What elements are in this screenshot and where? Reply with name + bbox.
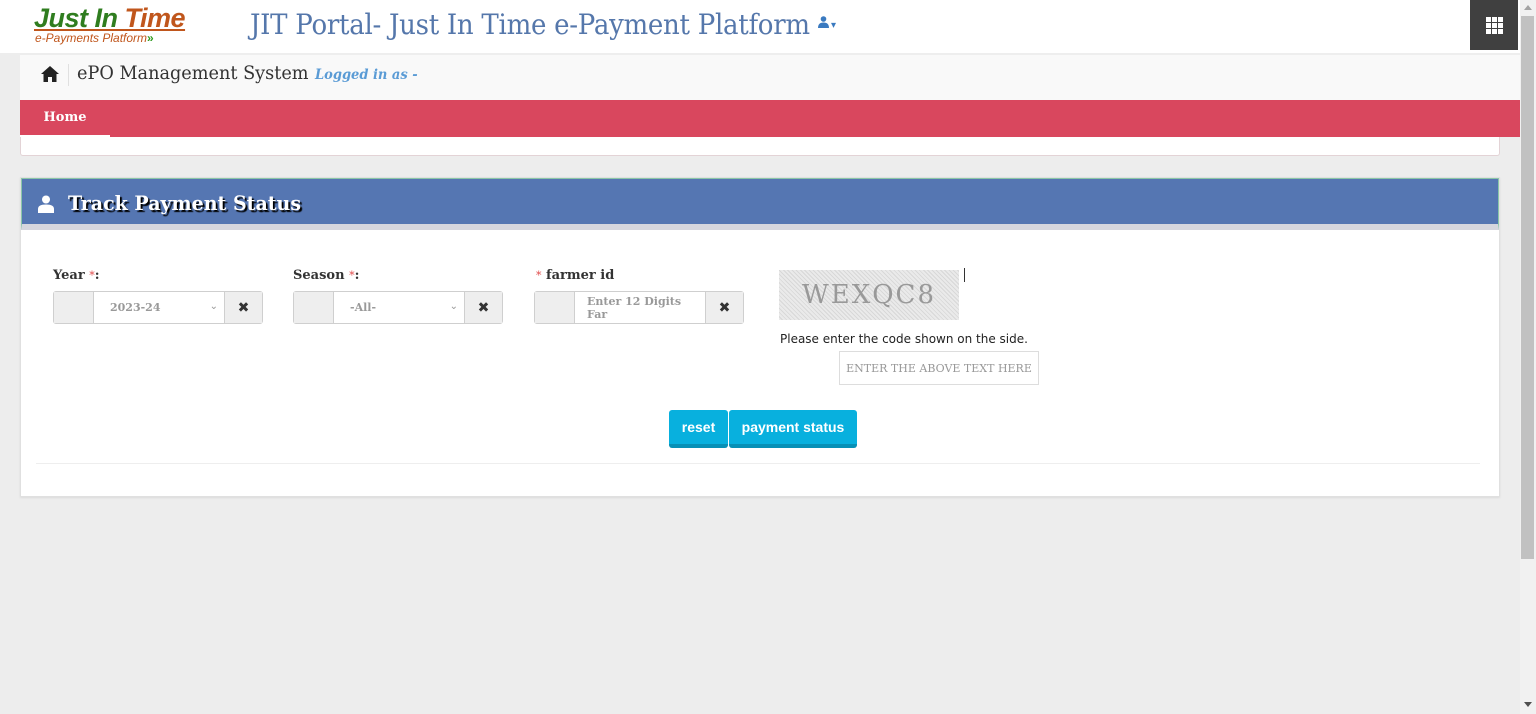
logo-arrows-icon: » [147, 31, 154, 45]
captcha-hint: Please enter the code shown on the side. [780, 332, 1028, 346]
logged-in-as[interactable]: Logged in as - [315, 67, 418, 83]
logo-text-just-in: Just In [34, 3, 125, 33]
divider [68, 64, 69, 86]
captcha-image: WEXQC8 [779, 270, 959, 320]
chevron-down-icon: ⌄ [209, 301, 218, 312]
scrollbar-thumb[interactable] [1521, 16, 1534, 559]
logo-tagline: e-Payments Platform [35, 31, 148, 45]
nav-item-home[interactable]: Home [20, 100, 110, 137]
year-select[interactable]: 2023-24 ⌄ [94, 292, 224, 323]
logo-text-time: Time [124, 3, 186, 33]
panel-title: Track Payment Status [68, 191, 302, 215]
top-header: Just In Time e-Payments Platform» JIT Po… [0, 0, 1520, 55]
farmer-id-group: Enter 12 Digits Far ✖ [534, 291, 744, 324]
user-icon [38, 195, 54, 217]
scroll-down-icon[interactable] [1524, 702, 1532, 707]
panel-header: Track Payment Status [21, 178, 1499, 230]
year-label: Year *: [53, 268, 100, 283]
clear-year-button[interactable]: ✖ [224, 292, 262, 323]
input-addon [535, 292, 575, 323]
clear-farmer-id-button[interactable]: ✖ [705, 292, 743, 323]
payment-status-button[interactable]: payment status [729, 410, 857, 448]
page-scrollbar[interactable] [1520, 0, 1536, 714]
chevron-down-icon: ⌄ [449, 301, 458, 312]
year-select-group: 2023-24 ⌄ ✖ [53, 291, 263, 324]
input-addon [294, 292, 334, 323]
track-payment-panel: Track Payment Status [20, 177, 1500, 497]
season-label: Season *: [293, 268, 360, 283]
user-menu-toggle[interactable]: ▾ [818, 16, 836, 32]
caret-down-icon: ▾ [831, 20, 837, 31]
form-divider [36, 463, 1480, 464]
system-title: ePO Management System [77, 62, 309, 84]
main-nav: Home [20, 100, 1520, 137]
required-mark: * [536, 269, 542, 282]
apps-grid-button[interactable] [1470, 0, 1518, 50]
user-icon [818, 16, 829, 28]
farmer-id-input[interactable]: Enter 12 Digits Far [575, 292, 705, 323]
input-addon [54, 292, 94, 323]
text-cursor [964, 268, 965, 282]
farmer-id-label: * farmer id [536, 268, 615, 283]
nav-submenu-panel [20, 137, 1500, 156]
app-title: JIT Portal- Just In Time e-Payment Platf… [250, 8, 810, 41]
season-select[interactable]: -All- ⌄ [334, 292, 464, 323]
clear-season-button[interactable]: ✖ [464, 292, 502, 323]
grid-icon [1485, 16, 1503, 34]
reset-button[interactable]: reset [669, 410, 728, 448]
scroll-up-icon[interactable] [1524, 5, 1532, 10]
season-select-group: -All- ⌄ ✖ [293, 291, 503, 324]
captcha-input[interactable]: ENTER THE ABOVE TEXT HERE [839, 351, 1039, 385]
home-icon[interactable] [40, 65, 60, 85]
jit-logo[interactable]: Just In Time e-Payments Platform» [34, 4, 214, 50]
